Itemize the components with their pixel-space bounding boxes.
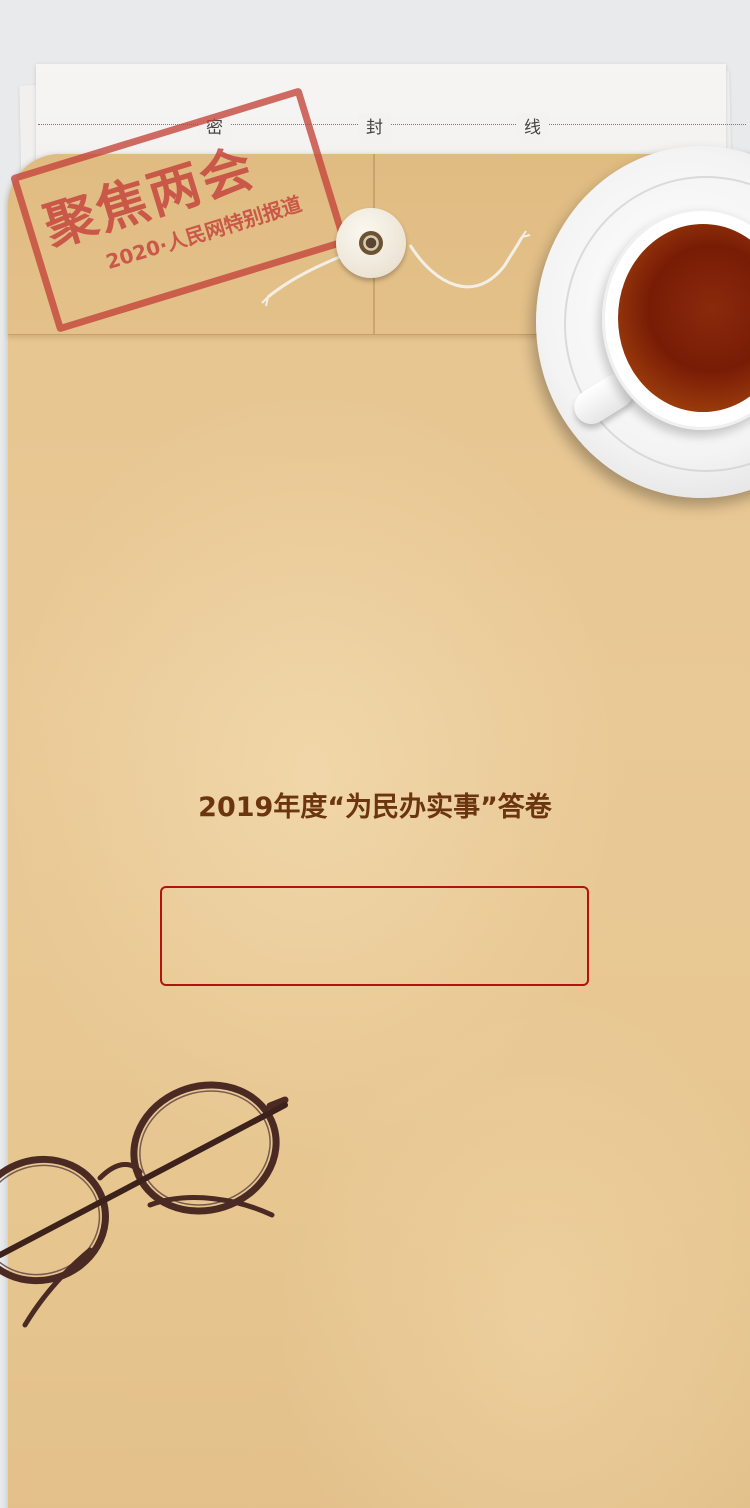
seal-char-2: 封 (358, 113, 391, 138)
envelope-button-center (359, 231, 383, 255)
seal-char-3: 线 (516, 113, 549, 138)
seal-dotted-line (38, 124, 746, 125)
page-title: 2019年度“为民办实事”答卷 (198, 792, 552, 823)
answer-box[interactable] (160, 886, 589, 986)
glasses-icon (0, 1081, 289, 1328)
envelope-scene: 密 封 线 聚焦两会 2020·人民网特别报道 2019年度“为民办实事”答卷 (0, 0, 750, 1508)
